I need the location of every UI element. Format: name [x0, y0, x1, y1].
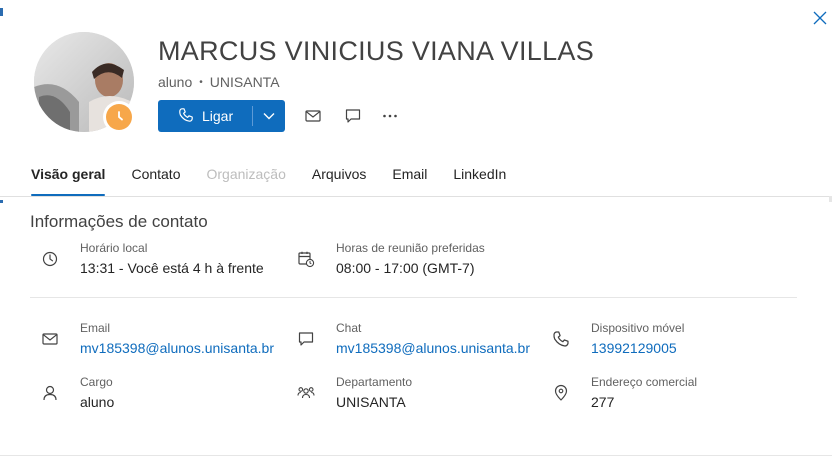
subtitle-separator: • — [199, 76, 203, 88]
email-link[interactable]: mv185398@alunos.unisanta.br — [80, 338, 274, 358]
chat-icon — [296, 329, 316, 349]
field-value: UNISANTA — [336, 394, 406, 410]
tab-linkedin[interactable]: LinkedIn — [440, 162, 519, 196]
field-value: 08:00 - 17:00 (GMT-7) — [336, 260, 475, 276]
call-button[interactable]: Ligar — [158, 100, 252, 132]
close-icon[interactable] — [812, 10, 832, 30]
field-email: Email mv185398@alunos.unisanta.br — [40, 321, 274, 358]
section-divider — [30, 297, 797, 298]
mail-icon — [40, 329, 60, 349]
background-edge-mark — [0, 200, 3, 203]
field-department: Departamento UNISANTA — [296, 375, 412, 412]
field-label: Cargo — [80, 375, 113, 389]
mail-icon[interactable] — [303, 106, 323, 126]
field-label: Dispositivo móvel — [591, 321, 685, 335]
call-split-button: Ligar — [158, 100, 285, 132]
tab-files[interactable]: Arquivos — [299, 162, 379, 196]
contact-subtitle: aluno • UNISANTA — [158, 74, 280, 90]
footer-divider — [0, 455, 832, 456]
field-label: Email — [80, 321, 111, 335]
call-button-label: Ligar — [202, 108, 234, 124]
tab-overview[interactable]: Visão geral — [18, 162, 118, 196]
field-local-time: Horário local 13:31 - Você está 4 h à fr… — [40, 241, 264, 278]
field-label: Horário local — [80, 241, 148, 255]
field-label: Departamento — [336, 375, 413, 389]
location-icon — [551, 383, 571, 403]
field-chat: Chat mv185398@alunos.unisanta.br — [296, 321, 530, 358]
field-office-address: Endereço comercial 277 — [551, 375, 697, 412]
field-label: Horas de reunião preferidas — [336, 241, 485, 255]
section-title: Informações de contato — [30, 212, 208, 231]
tab-organization: Organização — [206, 166, 286, 182]
contact-name: MARCUS VINICIUS VIANA VILLAS — [158, 36, 595, 66]
mobile-link[interactable]: 13992129005 — [591, 338, 684, 358]
tab-email[interactable]: Email — [379, 162, 440, 196]
tab-bar: Visão geral Contato Organização Arquivos… — [18, 162, 519, 196]
contact-role: aluno — [158, 74, 193, 90]
field-value: 13:31 - Você está 4 h à frente — [80, 260, 264, 276]
field-job-title: Cargo aluno — [40, 375, 114, 412]
field-mobile: Dispositivo móvel 13992129005 — [551, 321, 684, 358]
chevron-down-icon[interactable] — [253, 100, 285, 132]
people-team-icon — [296, 383, 316, 403]
field-meeting-hours: Horas de reunião preferidas 08:00 - 17:0… — [296, 241, 485, 278]
tab-contact[interactable]: Contato — [118, 162, 193, 196]
contact-organization: UNISANTA — [209, 74, 280, 90]
field-value: 277 — [591, 394, 615, 410]
presence-badge — [103, 101, 135, 133]
clock-icon — [40, 249, 60, 269]
phone-icon — [178, 107, 194, 126]
person-icon — [40, 383, 60, 403]
calendar-clock-icon — [296, 249, 316, 269]
field-label: Endereço comercial — [591, 375, 698, 389]
chat-link[interactable]: mv185398@alunos.unisanta.br — [336, 338, 530, 358]
field-value: aluno — [80, 394, 115, 410]
more-options-icon[interactable] — [380, 106, 400, 126]
contact-card: MARCUS VINICIUS VIANA VILLAS aluno • UNI… — [0, 0, 832, 475]
field-label: Chat — [336, 321, 362, 335]
clock-icon — [106, 104, 132, 130]
chat-icon[interactable] — [343, 106, 363, 126]
phone-icon — [551, 329, 571, 349]
tabs-divider — [0, 196, 832, 197]
background-edge-mark — [0, 8, 3, 16]
